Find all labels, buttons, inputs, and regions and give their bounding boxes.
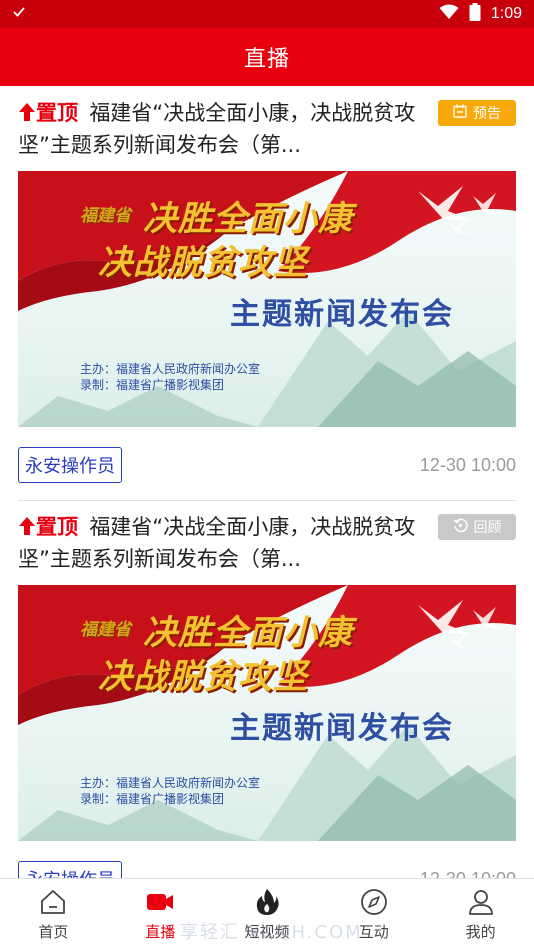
- live-poster-image[interactable]: 福建省 决胜全面小康 决战脱贫攻坚 主题新闻发布会 主办：福建省人民政府新闻办公…: [18, 171, 516, 427]
- tab-mine[interactable]: 我的: [427, 879, 534, 949]
- poster-text: 福建省 决胜全面小康 决战脱贫攻坚 主题新闻发布会 主办：福建省人民政府新闻办公…: [18, 171, 516, 427]
- flame-icon: [256, 888, 279, 915]
- poster-line-slogan-2: 决战脱贫攻坚: [98, 657, 308, 697]
- poster-line-province: 福建省: [80, 206, 131, 226]
- poster-line-province: 福建省: [80, 620, 131, 640]
- live-card-title[interactable]: 置顶 福建省“决战全面小康，决战脱贫攻坚”主题系列新闻发布会（第...: [18, 98, 438, 160]
- poster-text: 福建省 决胜全面小康 决战脱贫攻坚 主题新闻发布会 主办：福建省人民政府新闻办公…: [18, 585, 516, 841]
- tab-label: 首页: [38, 922, 69, 941]
- status-time: 1:09: [490, 5, 522, 22]
- pin-up-arrow-icon: [18, 514, 36, 544]
- live-card-meta: 永安操作员 12-30 10:00: [18, 447, 516, 483]
- check-icon: [12, 5, 26, 23]
- poster-line-theme: 主题新闻发布会: [230, 711, 454, 746]
- tab-label: 互动: [358, 922, 389, 941]
- replay-badge: 回顾: [438, 514, 516, 540]
- replay-icon: [452, 518, 468, 537]
- home-icon: [41, 889, 66, 914]
- page-title: 直播: [243, 47, 290, 72]
- live-feed-list[interactable]: 置顶 福建省“决战全面小康，决战脱贫攻坚”主题系列新闻发布会（第... 预告 福…: [0, 86, 534, 878]
- pinned-tag: 置顶: [18, 101, 85, 125]
- live-poster-image[interactable]: 福建省 决胜全面小康 决战脱贫攻坚 主题新闻发布会 主办：福建省人民政府新闻办公…: [18, 585, 516, 841]
- video-camera-icon: [147, 893, 174, 910]
- calendar-icon: [453, 104, 467, 122]
- watermark: 享轻汇 XCQH.COM: [180, 922, 363, 943]
- live-card-meta: 永安操作员 12-30 10:00: [18, 861, 516, 878]
- card-divider: [18, 500, 516, 501]
- compass-icon: [360, 888, 387, 915]
- preview-badge: 预告: [438, 100, 516, 126]
- battery-icon: [469, 3, 481, 25]
- author-tag[interactable]: 永安操作员: [18, 447, 122, 483]
- poster-credits: 主办：福建省人民政府新闻办公室 录制：福建省广播影视集团: [80, 362, 261, 392]
- page-title-bar: 直播: [0, 28, 534, 86]
- poster-line-slogan-1: 决胜全面小康: [143, 199, 353, 239]
- tab-home[interactable]: 首页: [0, 879, 107, 949]
- tab-label: 直播: [145, 922, 176, 941]
- pin-up-arrow-icon: [18, 100, 36, 130]
- live-date: 12-30 10:00: [419, 454, 516, 475]
- author-tag[interactable]: 永安操作员: [18, 861, 122, 878]
- poster-credits: 主办：福建省人民政府新闻办公室 录制：福建省广播影视集团: [80, 776, 261, 806]
- pinned-tag: 置顶: [18, 515, 85, 539]
- live-card-title[interactable]: 置顶 福建省“决战全面小康，决战脱贫攻坚”主题系列新闻发布会（第...: [18, 512, 438, 574]
- poster-line-slogan-2: 决战脱贫攻坚: [98, 243, 308, 283]
- poster-line-theme: 主题新闻发布会: [230, 297, 454, 332]
- poster-line-slogan-1: 决胜全面小康: [143, 613, 353, 653]
- tab-label: 我的: [465, 922, 496, 941]
- status-bar: 1:09: [0, 0, 534, 28]
- wifi-icon: [439, 4, 459, 24]
- user-icon: [468, 889, 493, 915]
- live-date: 12-30 10:00: [420, 861, 516, 879]
